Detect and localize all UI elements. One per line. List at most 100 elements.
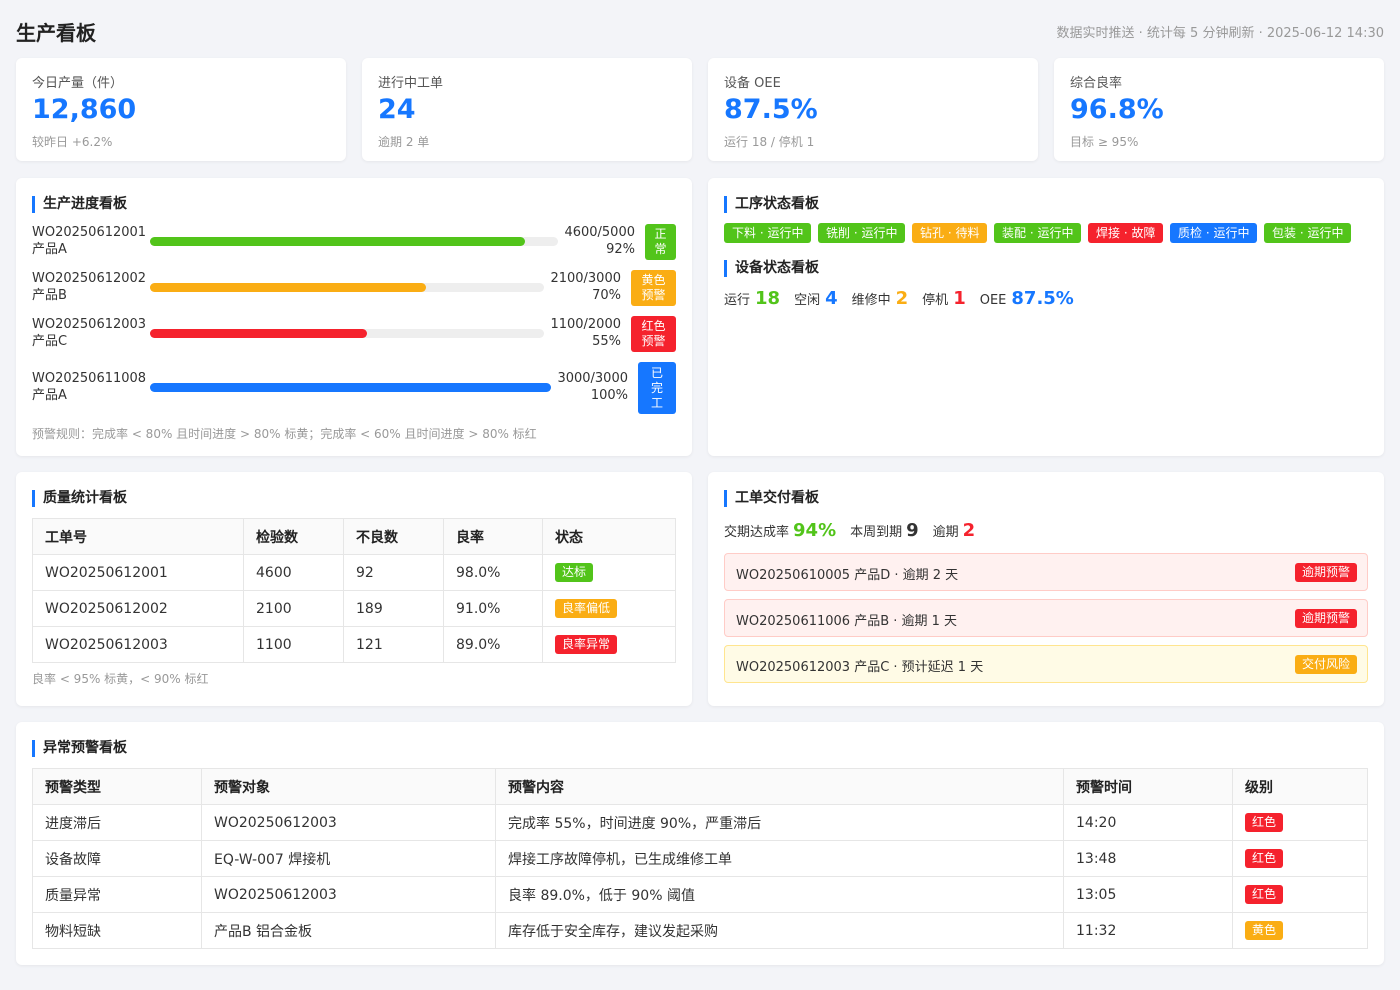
down-count: 1	[953, 288, 966, 309]
time-cell: 13:48	[1063, 840, 1233, 877]
table-row[interactable]: 物料短缺 产品B 铝合金板 库存低于安全库存，建议发起采购 11:32 黄色	[32, 912, 1368, 949]
status-cell: 良率偏低	[542, 590, 676, 627]
time-cell: 13:05	[1063, 876, 1233, 913]
level-cell: 红色	[1232, 840, 1368, 877]
due-this-week: 9	[906, 520, 919, 541]
type-cell: 物料短缺	[32, 912, 202, 949]
table-row[interactable]: 进度滞后 WO20250612003 完成率 55%，时间进度 90%，严重滞后…	[32, 804, 1368, 841]
level-cell: 红色	[1232, 804, 1368, 841]
kpi-sub: 逾期 2 单	[378, 135, 430, 149]
status-badge: 达标	[555, 563, 594, 582]
section-title: 异常预警看板	[32, 740, 127, 757]
process-tag-cutting[interactable]: 下料 · 运行中	[724, 223, 812, 243]
kpi-sub: 运行 18 / 停机 1	[724, 135, 815, 149]
table-row[interactable]: WO20250612003 1100 121 89.0% 良率异常	[32, 626, 676, 663]
section-title: 质量统计看板	[32, 490, 127, 507]
table-header-row: 预警类型 预警对象 预警内容 预警时间 级别	[32, 768, 1368, 805]
repair-label: 维修中	[851, 293, 891, 308]
kpi-label: 进行中工单	[378, 76, 444, 91]
table-row[interactable]: WO20250612002 2100 189 91.0% 良率偏低	[32, 590, 676, 627]
content-cell: 库存低于安全库存，建议发起采购	[495, 912, 1064, 949]
delivery-alert[interactable]: WO20250612003 产品C · 预计延迟 1 天 交付风险	[724, 645, 1368, 683]
running-label: 运行	[724, 293, 751, 308]
rate-cell: 98.0%	[443, 554, 543, 591]
alert-badge: 逾期预警	[1294, 609, 1357, 628]
column-header: 工单号	[32, 518, 244, 555]
progress-fill	[150, 383, 551, 392]
down-label: 停机	[922, 293, 949, 308]
equipment-stats: 运行 18 空闲 4 维修中 2 停机 1 OEE 87.5%	[724, 288, 1088, 309]
process-tag-welding[interactable]: 焊接 · 故障	[1088, 223, 1164, 243]
column-header: 级别	[1232, 768, 1368, 805]
rate-cell: 89.0%	[443, 626, 543, 663]
due-this-week-label: 本周到期	[850, 525, 903, 540]
repair-count: 2	[895, 288, 909, 309]
status-badge: 黄色预警	[631, 270, 676, 306]
kpi-sub: 目标 ≥ 95%	[1070, 135, 1139, 149]
type-cell: 进度滞后	[32, 804, 202, 841]
progress-value: 4600/5000 92%	[564, 225, 635, 257]
status-badge: 良率异常	[555, 635, 618, 654]
column-header: 状态	[542, 518, 676, 555]
table-row[interactable]: 设备故障 EQ-W-007 焊接机 焊接工序故障停机，已生成维修工单 13:48…	[32, 840, 1368, 877]
section-title: 生产进度看板	[32, 196, 127, 213]
delivery-alert[interactable]: WO20250611006 产品B · 逾期 1 天 逾期预警	[724, 599, 1368, 637]
on-time-rate: 94%	[793, 520, 837, 541]
alert-text: WO20250611006 产品B · 逾期 1 天	[736, 614, 958, 629]
kpi-value: 87.5%	[724, 94, 818, 125]
production-progress-panel: 生产进度看板 WO20250612001 产品A 4600/5000 92% 正常 …	[16, 178, 692, 456]
running-count: 18	[755, 288, 781, 309]
table-row[interactable]: 质量异常 WO20250612003 良率 89.0%，低于 90% 阈值 13…	[32, 876, 1368, 913]
work-order-cell: WO20250612001	[32, 554, 244, 591]
process-equipment-panel: 工序状态看板 下料 · 运行中 铣削 · 运行中 钻孔 · 待料 装配 · 运行…	[708, 178, 1384, 456]
work-order-cell: WO20250612002	[32, 590, 244, 627]
process-tag-milling[interactable]: 铣削 · 运行中	[818, 223, 906, 243]
progress-fill	[150, 283, 426, 292]
level-badge: 红色	[1245, 813, 1284, 832]
progress-fill	[150, 329, 367, 338]
alert-badge: 交付风险	[1294, 655, 1357, 674]
level-cell: 黄色	[1232, 912, 1368, 949]
column-header: 预警对象	[201, 768, 496, 805]
defects-cell: 121	[343, 626, 444, 663]
idle-count: 4	[825, 288, 838, 309]
column-header: 预警内容	[495, 768, 1064, 805]
progress-row: WO20250612003 产品C 1100/2000 55% 红色预警	[32, 316, 676, 352]
delivery-alert[interactable]: WO20250610005 产品D · 逾期 2 天 逾期预警	[724, 553, 1368, 591]
level-badge: 红色	[1245, 849, 1284, 868]
type-cell: 质量异常	[32, 876, 202, 913]
status-badge: 已完工	[638, 362, 676, 414]
column-header: 预警时间	[1063, 768, 1233, 805]
process-tag-drilling[interactable]: 钻孔 · 待料	[912, 223, 988, 243]
time-cell: 11:32	[1063, 912, 1233, 949]
exception-table: 预警类型 预警对象 预警内容 预警时间 级别 进度滞后 WO2025061200…	[32, 768, 1368, 949]
level-badge: 红色	[1245, 885, 1284, 904]
status-badge: 红色预警	[631, 316, 676, 352]
defects-cell: 189	[343, 590, 444, 627]
process-tag-inspection[interactable]: 质检 · 运行中	[1170, 223, 1258, 243]
table-row[interactable]: WO20250612001 4600 92 98.0% 达标	[32, 554, 676, 591]
alert-text: WO20250610005 产品D · 逾期 2 天	[736, 568, 959, 583]
defects-cell: 92	[343, 554, 444, 591]
target-cell: WO20250612003	[201, 876, 496, 913]
kpi-value: 12,860	[32, 94, 137, 125]
kpi-sub: 较昨日 +6.2%	[32, 135, 113, 149]
column-header: 良率	[443, 518, 543, 555]
quality-table: 工单号 检验数 不良数 良率 状态 WO20250612001 4600 92 …	[32, 518, 676, 663]
process-tag-assembly[interactable]: 装配 · 运行中	[994, 223, 1082, 243]
kpi-label: 今日产量（件）	[32, 76, 124, 91]
progress-bar	[150, 329, 544, 338]
process-tag-packaging[interactable]: 包装 · 运行中	[1264, 223, 1352, 243]
inspected-cell: 4600	[243, 554, 344, 591]
section-title: 工单交付看板	[724, 490, 819, 507]
quality-rule-note: 良率 < 95% 标黄，< 90% 标红	[32, 672, 209, 686]
refresh-status: 数据实时推送 · 统计每 5 分钟刷新 · 2025-06-12 14:30	[1056, 26, 1384, 41]
warning-rule-note: 预警规则：完成率 < 80% 且时间进度 > 80% 标黄；完成率 < 60% …	[32, 427, 537, 441]
oee-label: OEE	[979, 293, 1007, 308]
kpi-label: 综合良率	[1070, 76, 1123, 91]
quality-panel: 质量统计看板 工单号 检验数 不良数 良率 状态 WO20250612001 4…	[16, 472, 692, 706]
progress-bar	[150, 283, 544, 292]
work-order-label: WO20250612001 产品A	[32, 225, 147, 257]
overdue-count: 2	[962, 520, 976, 541]
time-cell: 14:20	[1063, 804, 1233, 841]
